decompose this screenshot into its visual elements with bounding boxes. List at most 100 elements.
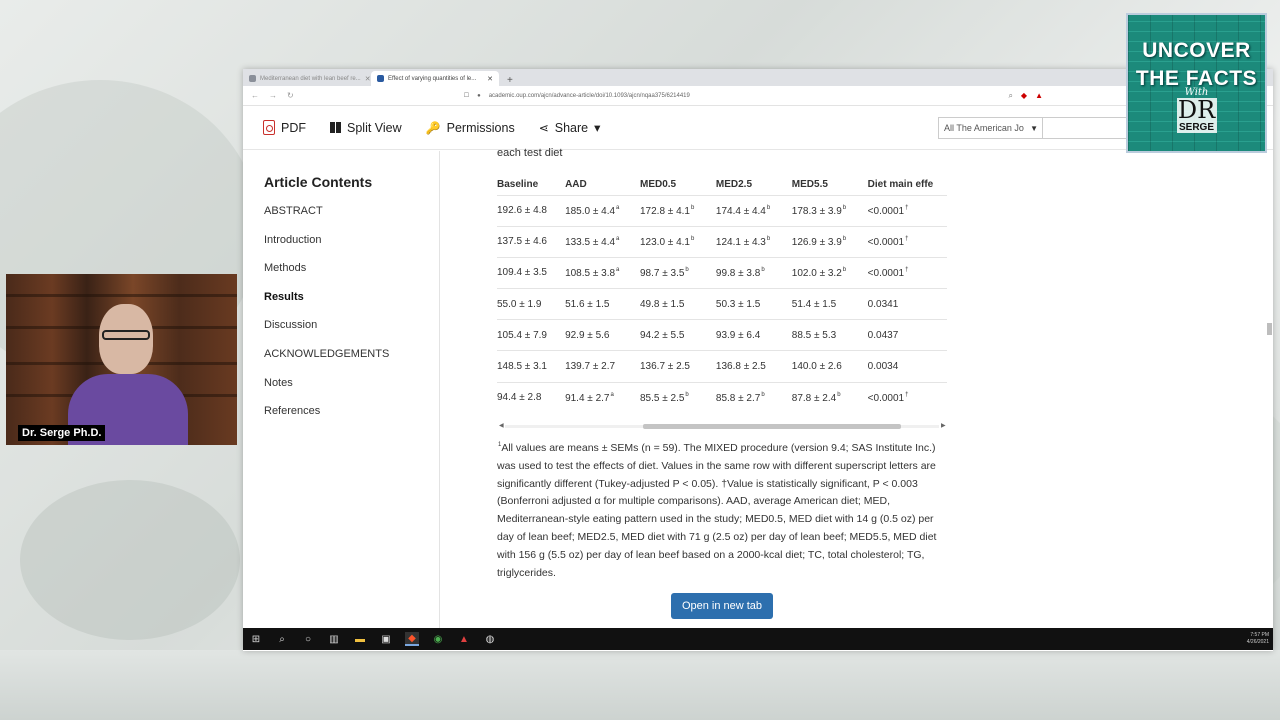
system-clock[interactable]: 7:57 PM 4/26/2021 xyxy=(1247,632,1269,646)
horizontal-scrollbar[interactable]: ◀ ▶ xyxy=(497,422,947,430)
table-cell: <0.0001† xyxy=(867,225,947,258)
vertical-scrollbar[interactable] xyxy=(1265,169,1273,649)
file-explorer-icon[interactable]: ▬ xyxy=(353,632,367,646)
cell-value: 50.3 ± 1.5 xyxy=(715,298,761,310)
open-in-new-tab-button[interactable]: Open in new tab xyxy=(671,593,773,619)
scroll-right-icon[interactable]: ▶ xyxy=(941,422,946,429)
table-cell: 94.2 ± 5.5 xyxy=(640,319,716,351)
table-cell: 105.4 ± 7.9 xyxy=(497,319,566,351)
reload-icon[interactable]: ↻ xyxy=(287,91,294,100)
wood-grain xyxy=(6,294,237,297)
cell-value: 91.4 ± 2.7 xyxy=(565,392,610,404)
zoom-icon[interactable]: ⌕ xyxy=(1008,91,1012,101)
results-table: Baseline AAD MED0.5 MED2.5 MED5.5 Diet m… xyxy=(497,179,947,414)
table-cell: 0.0437 xyxy=(867,319,947,351)
table-cell: 192.6 ± 4.8 xyxy=(497,194,566,227)
table-cell: 51.6 ± 1.5 xyxy=(565,288,640,320)
store-icon[interactable]: ▣ xyxy=(379,632,393,646)
scrollbar-thumb[interactable] xyxy=(1267,323,1272,335)
table-row: 109.4 ± 3.5 108.5 ± 3.8a 98.7 ± 3.5b 99.8 ±… xyxy=(497,256,947,289)
address-bar: ← → ↻ ☐ ● academic.oup.com/ajcn/advance-… xyxy=(243,86,1273,106)
table-cell: 136.7 ± 2.5 xyxy=(640,350,716,383)
sidebar-item-discussion[interactable]: Discussion xyxy=(264,318,439,347)
tab-title: Mediterranean diet with lean beef re... xyxy=(260,75,361,82)
table-cell: 49.8 ± 1.5 xyxy=(640,288,716,320)
new-tab-icon[interactable]: + xyxy=(499,75,521,86)
table-cell: 136.8 ± 2.5 xyxy=(715,350,792,383)
chrome-icon[interactable]: ◉ xyxy=(431,632,445,646)
tab-bar: Mediterranean diet with lean beef re... … xyxy=(243,69,1273,86)
column-header: MED5.5 xyxy=(791,179,828,191)
sidebar-item-introduction[interactable]: Introduction xyxy=(264,233,439,262)
sidebar-item-results[interactable]: Results xyxy=(264,290,439,319)
cell-value: 192.6 ± 4.8 xyxy=(497,205,547,217)
brave-shield-icon[interactable]: ◆ xyxy=(1021,91,1027,101)
windows-start-icon[interactable]: ⊞ xyxy=(249,632,263,646)
app-icon[interactable]: ◍ xyxy=(483,632,497,646)
url-field[interactable]: ☐ ● academic.oup.com/ajcn/advance-articl… xyxy=(464,92,690,100)
table-header-row: Baseline AAD MED0.5 MED2.5 MED5.5 Diet m… xyxy=(497,179,947,195)
rewards-icon[interactable]: ▲ xyxy=(1035,91,1043,101)
scrollbar-thumb[interactable] xyxy=(643,424,901,429)
scroll-left-icon[interactable]: ◀ xyxy=(499,422,504,429)
pdf-button[interactable]: PDF xyxy=(263,120,306,135)
sidebar-item-notes[interactable]: Notes xyxy=(264,376,439,405)
table-cell: 140.0 ± 2.6 xyxy=(791,350,868,383)
cell-superscript: a xyxy=(616,204,620,211)
bookmark-icon[interactable]: ☐ xyxy=(464,92,469,99)
url-text: academic.oup.com/ajcn/advance-article/do… xyxy=(488,92,690,99)
table-cell: 98.7 ± 3.5b xyxy=(640,256,716,289)
table-cell: 0.0341 xyxy=(867,288,947,320)
table-cell: 91.4 ± 2.7a xyxy=(565,381,640,414)
article-contents-sidebar: Article Contents ABSTRACT Introduction M… xyxy=(243,151,440,631)
back-icon[interactable]: ← xyxy=(251,91,259,100)
presenter-name-label: Dr. Serge Ph.D. xyxy=(18,425,106,441)
sidebar-item-methods[interactable]: Methods xyxy=(264,261,439,290)
search-icon[interactable]: ⌕ xyxy=(275,632,289,646)
sidebar-item-references[interactable]: References xyxy=(264,404,439,433)
cortana-icon[interactable]: ○ xyxy=(301,632,315,646)
permissions-label: Permissions xyxy=(446,120,515,135)
table-row: 192.6 ± 4.8 185.0 ± 4.4a 172.8 ± 4.1b 174.4… xyxy=(497,194,947,227)
column-header: Diet main effe xyxy=(867,179,934,191)
browser-tab[interactable]: Mediterranean diet with lean beef re... … xyxy=(243,71,371,86)
split-view-button[interactable]: Split View xyxy=(330,121,402,135)
table-cell: 172.8 ± 4.1b xyxy=(640,194,716,227)
chevron-down-icon: ▼ xyxy=(1030,123,1038,133)
table-cell: 0.0034 xyxy=(867,350,947,383)
cell-value: 105.4 ± 7.9 xyxy=(497,329,547,341)
presenter-glasses xyxy=(102,330,150,340)
cell-value: 49.8 ± 1.5 xyxy=(640,298,685,310)
table-cell: 94.4 ± 2.8 xyxy=(497,381,566,414)
cell-value: 94.2 ± 5.5 xyxy=(640,329,685,341)
browser-tab-active[interactable]: Effect of varying quantities of le... ✕ xyxy=(371,71,499,86)
cell-value: 0.0437 xyxy=(867,329,899,341)
sidebar-item-abstract[interactable]: ABSTRACT xyxy=(264,204,439,233)
cell-value: 102.0 ± 3.2 xyxy=(791,267,842,279)
app-icon[interactable]: ▲ xyxy=(457,632,471,646)
cell-superscript: † xyxy=(905,204,909,211)
table-cell: 137.5 ± 4.6 xyxy=(497,225,566,258)
cell-value: 93.9 ± 6.4 xyxy=(715,329,761,341)
brave-browser-icon[interactable]: ◆ xyxy=(405,632,419,646)
table-cell: 133.5 ± 4.4a xyxy=(565,225,640,258)
footnote-text: All values are means ± SEMs (n = 59). Th… xyxy=(497,442,937,579)
table-cell: 124.1 ± 4.3b xyxy=(715,225,792,258)
cell-value: 133.5 ± 4.4 xyxy=(565,236,616,248)
table-cell: 99.8 ± 3.8b xyxy=(715,256,792,289)
close-icon[interactable]: ✕ xyxy=(487,75,493,83)
cell-value: 136.7 ± 2.5 xyxy=(640,361,690,373)
search-input[interactable] xyxy=(1043,117,1128,139)
task-view-icon[interactable]: ▥ xyxy=(327,632,341,646)
cell-value: 51.4 ± 1.5 xyxy=(791,298,837,310)
close-icon[interactable]: ✕ xyxy=(365,75,371,83)
forward-icon[interactable]: → xyxy=(269,91,277,100)
cell-superscript: a xyxy=(616,266,620,273)
table-cell: <0.0001† xyxy=(867,256,947,289)
share-button[interactable]: ⋖ Share ▾ xyxy=(539,120,601,136)
permissions-button[interactable]: 🔑 Permissions xyxy=(426,121,515,135)
table-row: 148.5 ± 3.1 139.7 ± 2.7 136.7 ± 2.5 136.8 ±… xyxy=(497,350,947,383)
journal-select[interactable]: All The American Jo ▼ xyxy=(938,117,1043,139)
table-cell: 88.5 ± 5.3 xyxy=(791,319,868,351)
sidebar-item-acknowledgements[interactable]: ACKNOWLEDGEMENTS xyxy=(264,347,439,376)
